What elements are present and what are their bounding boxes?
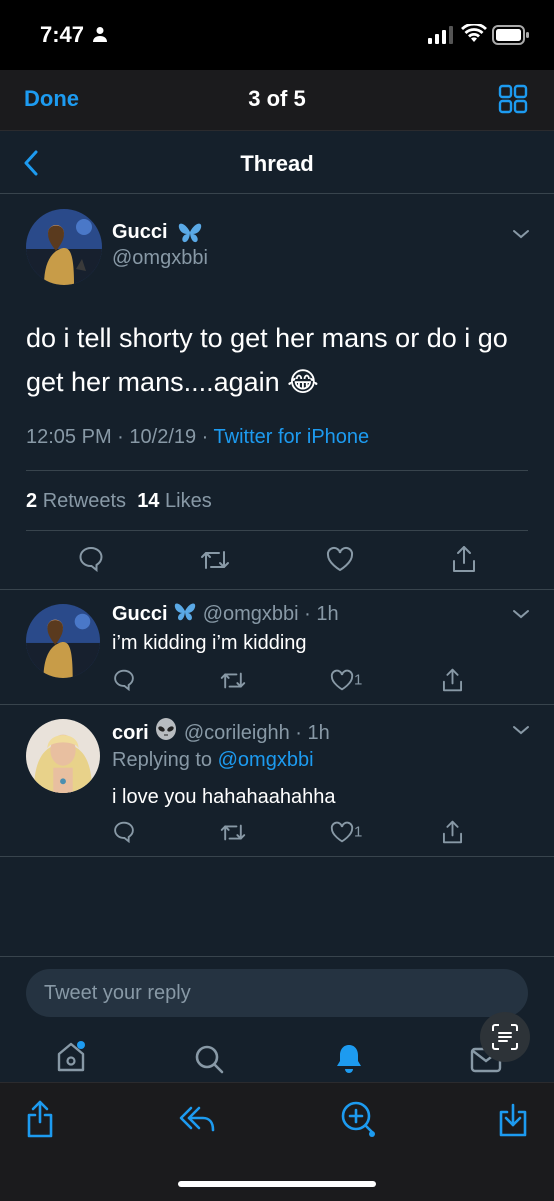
likes-count[interactable]: 14 — [137, 490, 159, 512]
reply-placeholder: Tweet your reply — [44, 982, 191, 1004]
notifications-icon[interactable] — [334, 1042, 364, 1074]
reply-text: i’m kidding i’m kidding — [112, 632, 307, 654]
divider — [26, 470, 528, 471]
person-icon — [92, 26, 108, 42]
reply-author-handle[interactable]: @omgxbbi — [203, 603, 299, 625]
share-icon[interactable] — [452, 545, 476, 573]
signal-icon — [428, 26, 454, 44]
search-icon[interactable] — [194, 1044, 224, 1074]
alien-icon — [154, 718, 178, 742]
page-title: Thread — [240, 151, 314, 176]
like-button[interactable]: 1 — [330, 669, 362, 691]
reply-header: cori @corileighh · 1h — [112, 718, 330, 745]
replying-to-handle[interactable]: @omgxbbi — [218, 749, 314, 771]
avatar[interactable] — [26, 209, 102, 285]
share-icon[interactable] — [26, 1100, 54, 1138]
divider — [0, 856, 554, 857]
chevron-down-icon[interactable] — [512, 608, 530, 620]
reply-header: Gucci @omgxbbi · 1h — [112, 602, 339, 626]
replying-to: Replying to @omgxbbi — [112, 749, 314, 772]
like-count: 1 — [354, 823, 363, 841]
reply-author-name[interactable]: Gucci — [112, 603, 168, 625]
author-name[interactable]: Gucci — [112, 221, 168, 244]
replying-to-label: Replying to — [112, 749, 213, 771]
status-time: 7:47 — [40, 22, 85, 47]
tweet-date: 10/2/19 — [129, 426, 197, 448]
page-count: 3 of 5 — [248, 86, 306, 111]
divider — [0, 704, 554, 705]
author-handle[interactable]: @omgxbbi — [112, 247, 208, 270]
retweet-icon[interactable] — [200, 548, 230, 572]
battery-icon — [492, 25, 530, 45]
like-icon — [330, 669, 354, 691]
likes-label[interactable]: Likes — [165, 490, 212, 512]
chevron-down-icon[interactable] — [512, 724, 530, 736]
like-icon — [330, 821, 354, 843]
zoom-add-icon[interactable] — [340, 1100, 378, 1138]
separator: · — [196, 426, 214, 448]
retweet-icon[interactable] — [220, 670, 246, 691]
separator: · — [298, 603, 317, 625]
tweet-timestamp: 12:05 PM · 10/2/19 · Twitter for iPhone — [26, 426, 369, 449]
reply-author-name[interactable]: cori — [112, 722, 149, 744]
retweet-icon[interactable] — [220, 822, 246, 843]
divider — [0, 956, 554, 957]
tweet-source-link[interactable]: Twitter for iPhone — [214, 426, 370, 448]
reply-icon[interactable] — [113, 821, 135, 843]
avatar[interactable] — [26, 604, 100, 678]
retweets-count[interactable]: 2 — [26, 490, 37, 512]
reply-age: 1h — [307, 722, 330, 744]
like-count: 1 — [354, 671, 363, 689]
home-icon[interactable] — [55, 1040, 87, 1074]
tweet-stats: 2 Retweets 14 Likes — [26, 490, 212, 513]
divider — [26, 530, 528, 531]
text-recognition-button[interactable] — [480, 1012, 530, 1062]
tweet-time: 12:05 PM — [26, 426, 112, 448]
separator: · — [111, 426, 130, 448]
reply-text: i love you hahahaahahha — [112, 786, 336, 808]
home-indicator — [178, 1181, 376, 1187]
reply-author-handle[interactable]: @corileighh — [184, 722, 290, 744]
text-recognition-icon — [492, 1024, 518, 1050]
separator: · — [289, 722, 308, 744]
butterfly-icon — [177, 222, 203, 244]
reply-age: 1h — [316, 603, 339, 625]
retweets-label[interactable]: Retweets — [43, 490, 126, 512]
share-icon[interactable] — [442, 668, 463, 692]
reply-arrow-icon[interactable] — [178, 1104, 216, 1134]
reply-icon[interactable] — [113, 669, 135, 691]
wifi-icon — [461, 24, 487, 44]
like-icon[interactable] — [326, 546, 354, 572]
save-icon[interactable] — [498, 1102, 528, 1138]
chevron-down-icon[interactable] — [512, 228, 530, 240]
grid-icon[interactable] — [498, 84, 528, 114]
like-button[interactable]: 1 — [330, 821, 362, 843]
divider — [0, 589, 554, 590]
avatar[interactable] — [26, 719, 100, 793]
butterfly-icon — [173, 602, 197, 622]
reply-icon[interactable] — [78, 546, 104, 572]
tweet-text: do i tell shorty to get her mans or do i… — [26, 323, 508, 397]
share-icon[interactable] — [442, 820, 463, 844]
